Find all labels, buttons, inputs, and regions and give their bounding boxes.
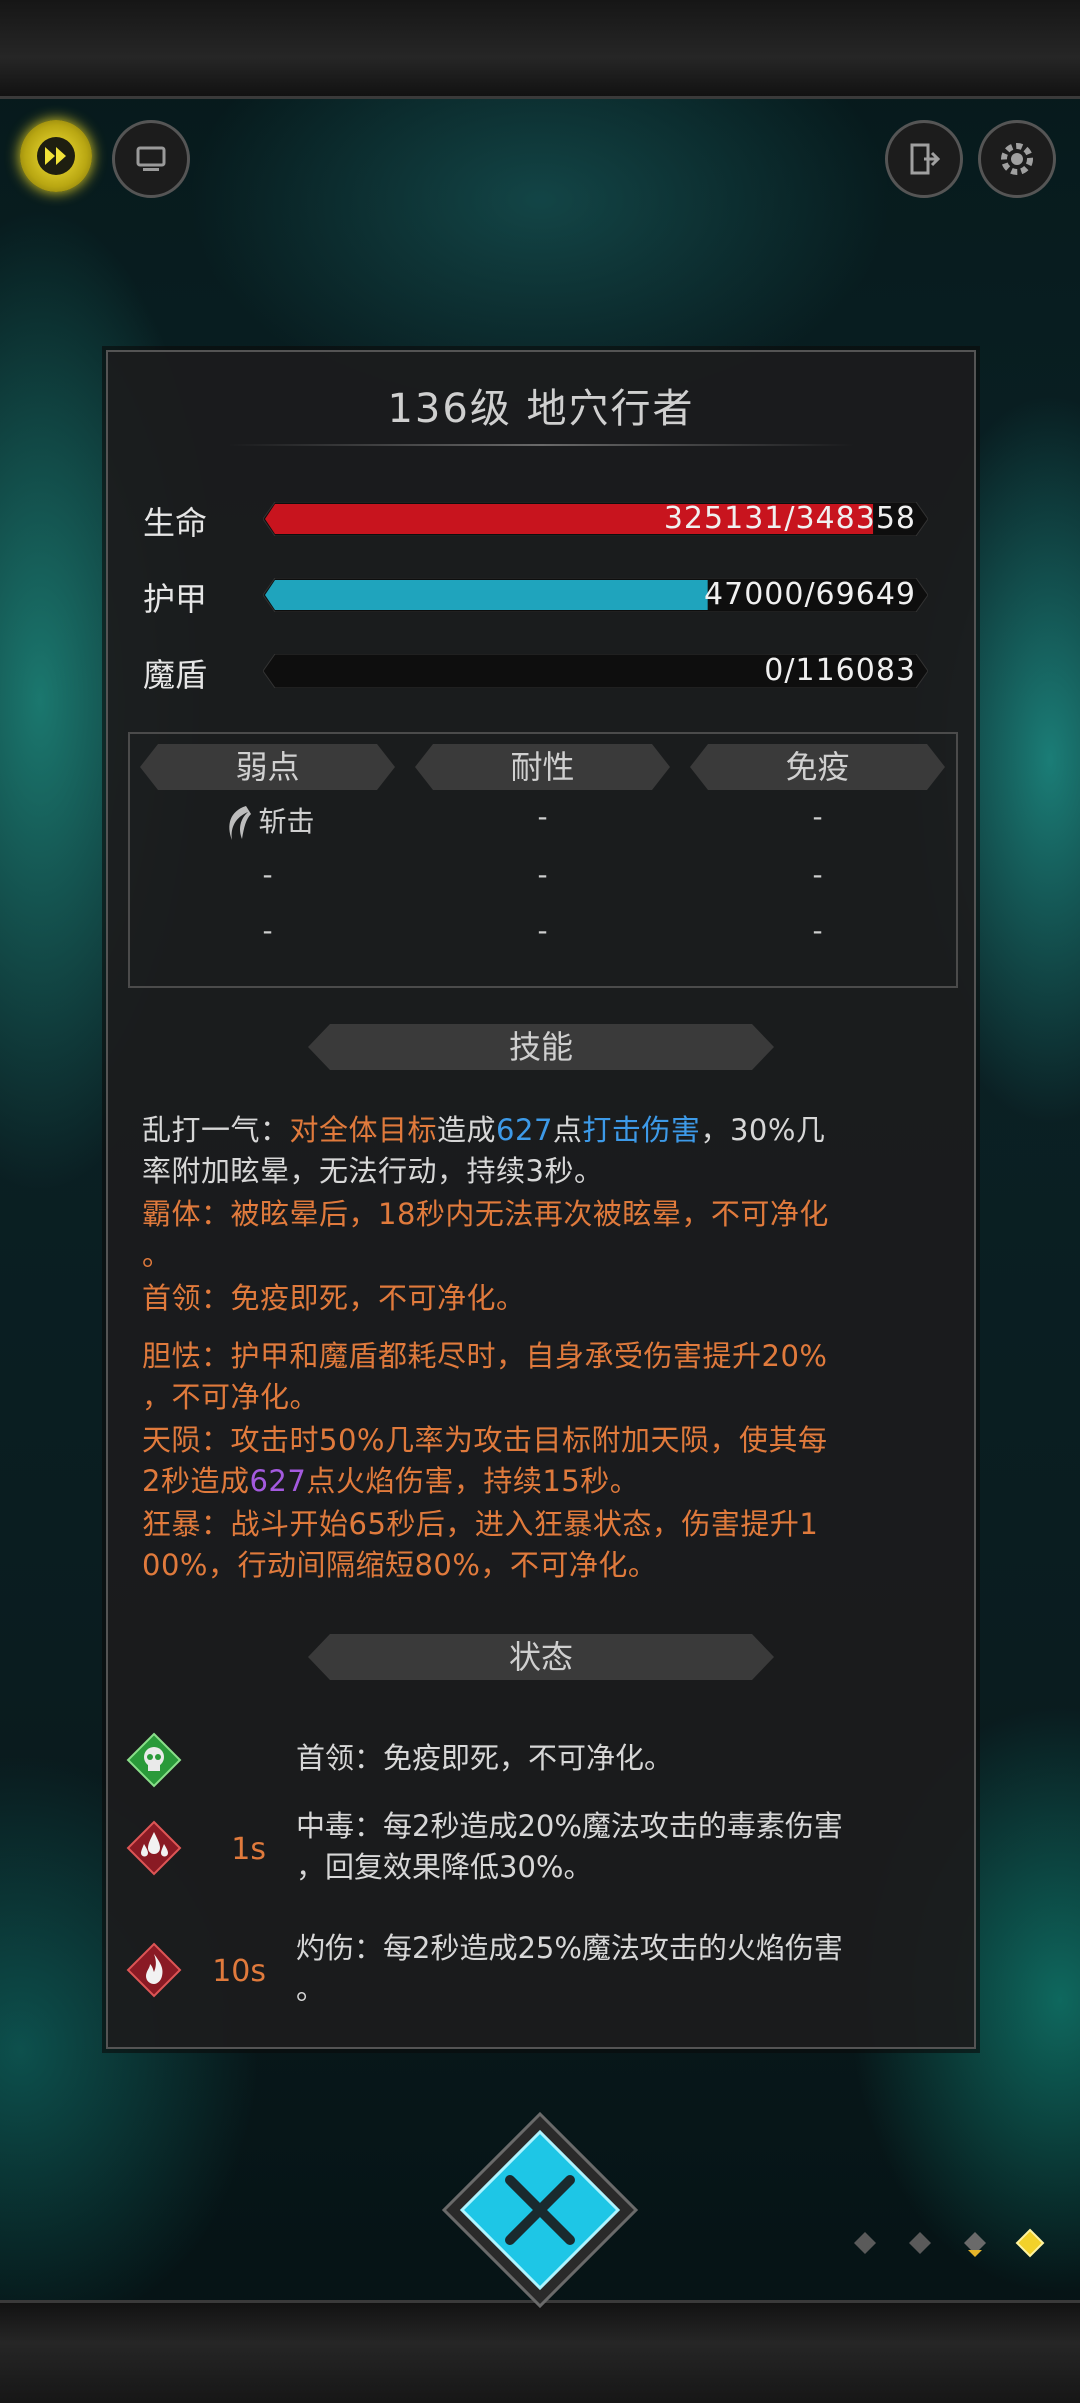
status-boss: 首领：免疫即死，不可净化。 xyxy=(126,1732,956,1792)
page-title: 136级 地穴行者 xyxy=(387,386,695,432)
weakness-cell: - xyxy=(262,858,273,891)
status-burn: 10s 灼伤：每2秒造成25%魔法攻击的火焰伤害。 xyxy=(126,1931,956,2028)
shield-value: 0/116083 xyxy=(764,653,916,688)
fast-forward-button[interactable] xyxy=(20,120,92,192)
gear-icon xyxy=(1001,143,1033,175)
slash-icon xyxy=(229,806,252,840)
weakness-cell: 斩击 xyxy=(140,800,395,843)
status-poison: 1s 中毒：每2秒造成20%魔法攻击的毒素伤害 ，回复效果降低30%。 xyxy=(126,1809,956,1906)
immunity-cell: - xyxy=(812,858,823,891)
resistance-table: 弱点 耐性 免疫 斩击 - - - - - - - - xyxy=(128,732,958,988)
hp-bar: 325131/348358 xyxy=(263,502,928,536)
bottom-frame xyxy=(0,2300,1080,2403)
armor-label: 护甲 xyxy=(143,580,208,618)
immunity-cell: - xyxy=(812,800,823,833)
status-description: 首领：免疫即死，不可净化。 xyxy=(296,1741,674,1775)
settings-button[interactable] xyxy=(978,120,1056,198)
hp-value: 325131/348358 xyxy=(663,501,916,536)
close-icon xyxy=(441,2111,639,2309)
skill-boss: 首领：免疫即死，不可净化。 xyxy=(142,1281,526,1315)
monitor-icon xyxy=(136,146,166,171)
hp-label: 生命 xyxy=(143,504,208,542)
armor-bar: 47000/69649 xyxy=(263,578,928,612)
weakness-header: 弱点 xyxy=(140,744,395,790)
skill-melee-frenzy: 乱打一气：对全体目标造成627点打击伤害，30%几 率附加眩晕，无法行动，持续3… xyxy=(142,1113,826,1188)
top-frame xyxy=(0,0,1080,99)
exit-battle-button[interactable] xyxy=(885,120,963,198)
enemy-info-panel: 136级 地穴行者 生命 325131/348358 护甲 47000/6964… xyxy=(106,350,976,2049)
skill-super-armor: 霸体：被眩晕后，18秒内无法再次被眩晕，不可净化。 xyxy=(142,1197,829,1272)
auto-battle-button[interactable] xyxy=(112,120,190,198)
poison-drops-icon xyxy=(126,1820,182,1876)
title-divider xyxy=(228,444,854,446)
skill-timid: 胆怯：护甲和魔盾都耗尽时，自身承受伤害提升20% ，不可净化。 xyxy=(142,1339,828,1414)
shield-bar: 0/116083 xyxy=(263,654,928,688)
armor-value: 47000/69649 xyxy=(704,577,916,612)
status-description: 中毒：每2秒造成20%魔法攻击的毒素伤害 ，回复效果降低30%。 xyxy=(296,1809,843,1884)
skills-header: 技能 xyxy=(308,1024,774,1070)
skill-meteor: 天陨：攻击时50%几率为攻击目标附加天陨，使其每 2秒造成627点火焰伤害，持续1… xyxy=(142,1423,828,1498)
weakness-cell: - xyxy=(262,914,273,947)
status-header: 状态 xyxy=(308,1634,774,1680)
close-button[interactable] xyxy=(440,2110,640,2310)
resistance-cell: - xyxy=(537,858,548,891)
resistance-cell: - xyxy=(537,914,548,947)
skull-icon xyxy=(126,1732,182,1788)
fast-forward-icon xyxy=(37,137,75,175)
immunity-cell: - xyxy=(812,914,823,947)
immunity-header: 免疫 xyxy=(690,744,945,790)
exit-icon xyxy=(910,143,941,175)
shield-label: 魔盾 xyxy=(143,656,208,694)
status-duration: 10s xyxy=(212,1954,266,1989)
status-description: 灼伤：每2秒造成25%魔法攻击的火焰伤害。 xyxy=(296,1931,843,2006)
resistance-cell: - xyxy=(537,800,548,833)
resistance-header: 耐性 xyxy=(415,744,670,790)
page-indicator xyxy=(854,2228,1045,2258)
status-duration: 1s xyxy=(231,1832,266,1867)
skill-berserk: 狂暴：战斗开始65秒后，进入狂暴状态，伤害提升1 00%，行动间隔缩短80%，不可… xyxy=(142,1507,819,1582)
flame-icon xyxy=(126,1942,182,1998)
